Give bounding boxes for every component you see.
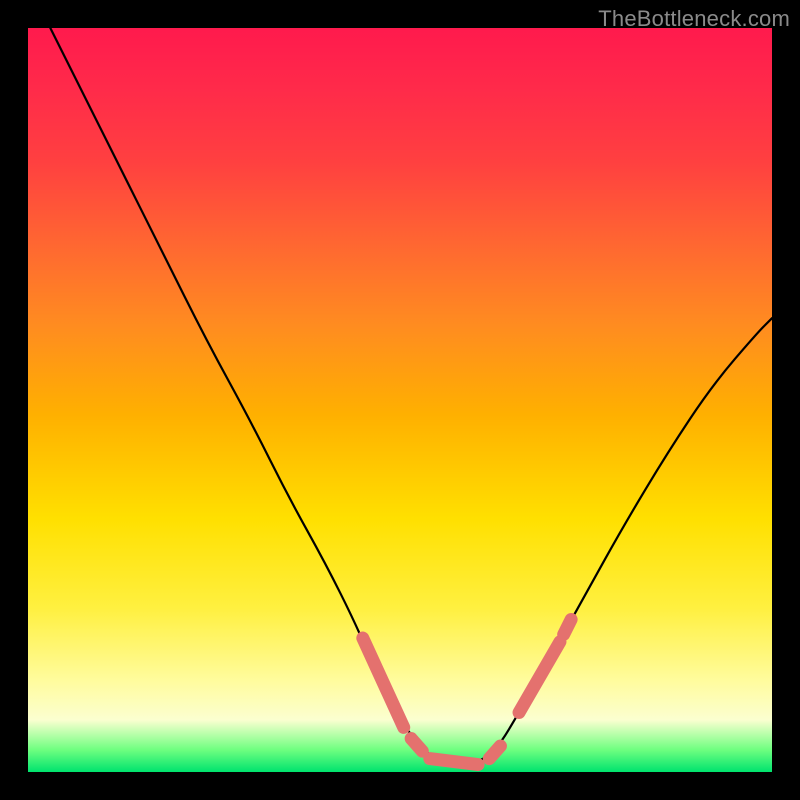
highlight-segment [564, 619, 571, 634]
plot-area [28, 28, 772, 772]
curve-layer [28, 28, 772, 772]
highlight-segment [411, 739, 422, 752]
highlight-segment [363, 638, 404, 727]
highlight-segment [430, 759, 478, 765]
highlight-segment [489, 746, 500, 759]
bottleneck-curve [50, 28, 772, 765]
highlight-segment [519, 642, 560, 713]
chart-container: TheBottleneck.com [0, 0, 800, 800]
highlight-group [363, 619, 571, 764]
